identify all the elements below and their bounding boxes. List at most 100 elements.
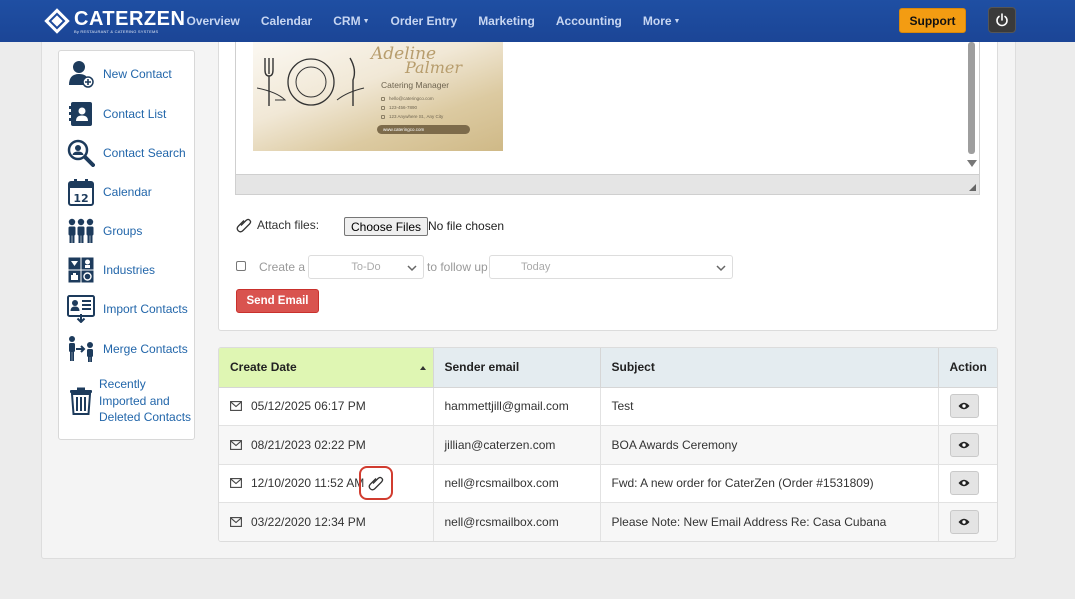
column-header-sender-email[interactable]: Sender email (433, 348, 601, 388)
support-button[interactable]: Support (899, 8, 966, 33)
cell-action (938, 464, 997, 503)
sidebar-item-label: Contact Search (103, 145, 186, 160)
card-phone-line: 123-456-7890 (381, 105, 417, 110)
cell-subject: Test (600, 387, 939, 426)
paperclip-icon (368, 476, 384, 491)
card-address: 123 Anywhere St., Any City (389, 114, 444, 119)
view-email-button[interactable] (949, 394, 979, 419)
attach-files-label: Attach files: (257, 218, 320, 232)
import-icon (67, 295, 95, 323)
nav-calendar[interactable]: Calendar (250, 14, 322, 28)
sidebar-item-groups[interactable]: Groups (67, 217, 142, 245)
cell-action (938, 425, 997, 465)
todo-select-value: To-Do (351, 261, 381, 273)
logout-button[interactable] (988, 7, 1016, 33)
eye-icon (958, 441, 970, 448)
date-select-value: Today (521, 261, 551, 273)
search-user-icon (67, 139, 95, 167)
nav-overview[interactable]: Overview (176, 14, 250, 28)
followup-date-select[interactable]: Today (489, 255, 733, 279)
sidebar-item-contact-list[interactable]: Contact List (67, 100, 166, 128)
column-header-create-date[interactable]: Create Date (219, 348, 434, 388)
chevron-down-icon (407, 265, 417, 272)
email-history-table: Create Date Sender email Subject Action … (218, 347, 998, 542)
column-header-action: Action (938, 348, 997, 388)
view-email-button[interactable] (949, 510, 979, 534)
scrollbar-thumb[interactable] (968, 42, 975, 154)
nav-accounting[interactable]: Accounting (545, 14, 632, 28)
sidebar-item-contact-search[interactable]: Contact Search (67, 139, 186, 167)
resize-grip-icon[interactable] (969, 184, 976, 191)
table-row: 03/22/2020 12:34 PM nell@rcsmailbox.com … (219, 502, 997, 541)
sidebar-item-merge-contacts[interactable]: Merge Contacts (67, 335, 188, 363)
sidebar-item-label: Groups (103, 223, 143, 238)
caret-down-icon: ▼ (362, 18, 370, 25)
sidebar-item-label: Calendar (103, 184, 152, 199)
cell-date: 03/22/2020 12:34 PM (219, 502, 434, 541)
create-followup-checkbox[interactable] (236, 261, 246, 271)
eye-icon (958, 403, 970, 410)
sidebar-item-calendar[interactable]: 12 Calendar (67, 178, 152, 206)
cell-sender: jillian@caterzen.com (433, 425, 601, 465)
calendar-icon: 12 (67, 178, 95, 206)
scroll-down-arrow-icon[interactable] (967, 160, 977, 167)
eye-icon (958, 518, 970, 526)
sidebar-item-label: Merge Contacts (103, 341, 188, 356)
sidebar-item-label: New Contact (103, 66, 172, 81)
card-address-line: 123 Anywhere St., Any City (381, 114, 443, 119)
column-header-subject[interactable]: Subject (600, 348, 939, 388)
brand-subtitle: By RESTAURANT & CATERING SYSTEMS (74, 28, 159, 34)
sidebar-item-label: Contact List (103, 106, 167, 121)
create-a-label: Create a (259, 260, 306, 274)
trash-icon (67, 387, 95, 415)
date-text: 08/21/2023 02:22 PM (251, 437, 366, 452)
envelope-icon (230, 439, 242, 450)
cell-subject: Please Note: New Email Address Re: Casa … (600, 502, 939, 541)
caterzen-logo[interactable]: CATERZEN By RESTAURANT & CATERING SYSTEM… (44, 8, 185, 34)
merge-icon (67, 335, 95, 363)
sidebar-item-label: Industries (103, 262, 156, 277)
nav-order-entry[interactable]: Order Entry (380, 14, 468, 28)
phone-icon (381, 105, 385, 110)
cell-date: 05/12/2025 06:17 PM (219, 387, 434, 426)
editor-scrollbar[interactable] (966, 42, 977, 172)
send-email-button[interactable]: Send Email (236, 289, 319, 313)
plate-cutlery-icon (257, 57, 365, 106)
nav-more[interactable]: More ▼ (632, 14, 691, 28)
nav-crm[interactable]: CRM ▼ (323, 14, 380, 28)
column-header-label: Create Date (230, 360, 297, 375)
contacts-sidebar: New Contact Contact List Contact Search … (58, 50, 195, 440)
card-title: Catering Manager (381, 80, 450, 90)
card-website-text: www.cateringco.com (383, 127, 425, 132)
choose-files-button[interactable]: Choose Files (344, 217, 429, 236)
view-email-button[interactable] (949, 432, 979, 457)
card-last-name: Palmer (405, 58, 462, 77)
card-phone: 123-456-7890 (389, 105, 418, 110)
main-menu: Overview Calendar CRM ▼ Order Entry Marke… (176, 0, 691, 42)
sidebar-item-label: Recently Imported and Deleted Contacts (99, 377, 192, 424)
industries-icon (67, 256, 95, 284)
sidebar-item-import-contacts[interactable]: Import Contacts (67, 295, 188, 323)
eye-icon (958, 480, 970, 487)
top-navbar: CATERZEN By RESTAURANT & CATERING SYSTEM… (0, 0, 1075, 42)
card-email-line: hello@cateringco.com (381, 96, 434, 101)
date-text: 05/12/2025 06:17 PM (251, 399, 366, 414)
sidebar-item-recently-deleted[interactable]: Recently Imported and Deleted Contacts (67, 376, 194, 426)
to-follow-up-label: to follow up (427, 260, 488, 274)
table-header-row: Create Date Sender email Subject Action (219, 348, 997, 388)
column-header-label: Subject (611, 360, 655, 375)
view-email-button[interactable] (949, 471, 979, 496)
cell-date: 12/10/2020 11:52 AM (219, 464, 434, 503)
sidebar-item-industries[interactable]: Industries (67, 256, 155, 284)
todo-type-select[interactable]: To-Do (308, 255, 424, 279)
brand-name: CATERZEN (74, 7, 186, 30)
add-user-icon (67, 60, 95, 88)
table-row: 12/10/2020 11:52 AM nell@rcsmailbox.com … (219, 464, 997, 503)
attachment-indicator[interactable] (359, 466, 393, 500)
nav-marketing[interactable]: Marketing (468, 14, 546, 28)
table-row: 08/21/2023 02:22 PM jillian@caterzen.com… (219, 425, 997, 465)
sidebar-item-new-contact[interactable]: New Contact (67, 60, 172, 88)
cell-action (938, 387, 997, 426)
sort-ascending-icon (420, 366, 426, 370)
card-website: www.cateringco.com (377, 125, 470, 134)
